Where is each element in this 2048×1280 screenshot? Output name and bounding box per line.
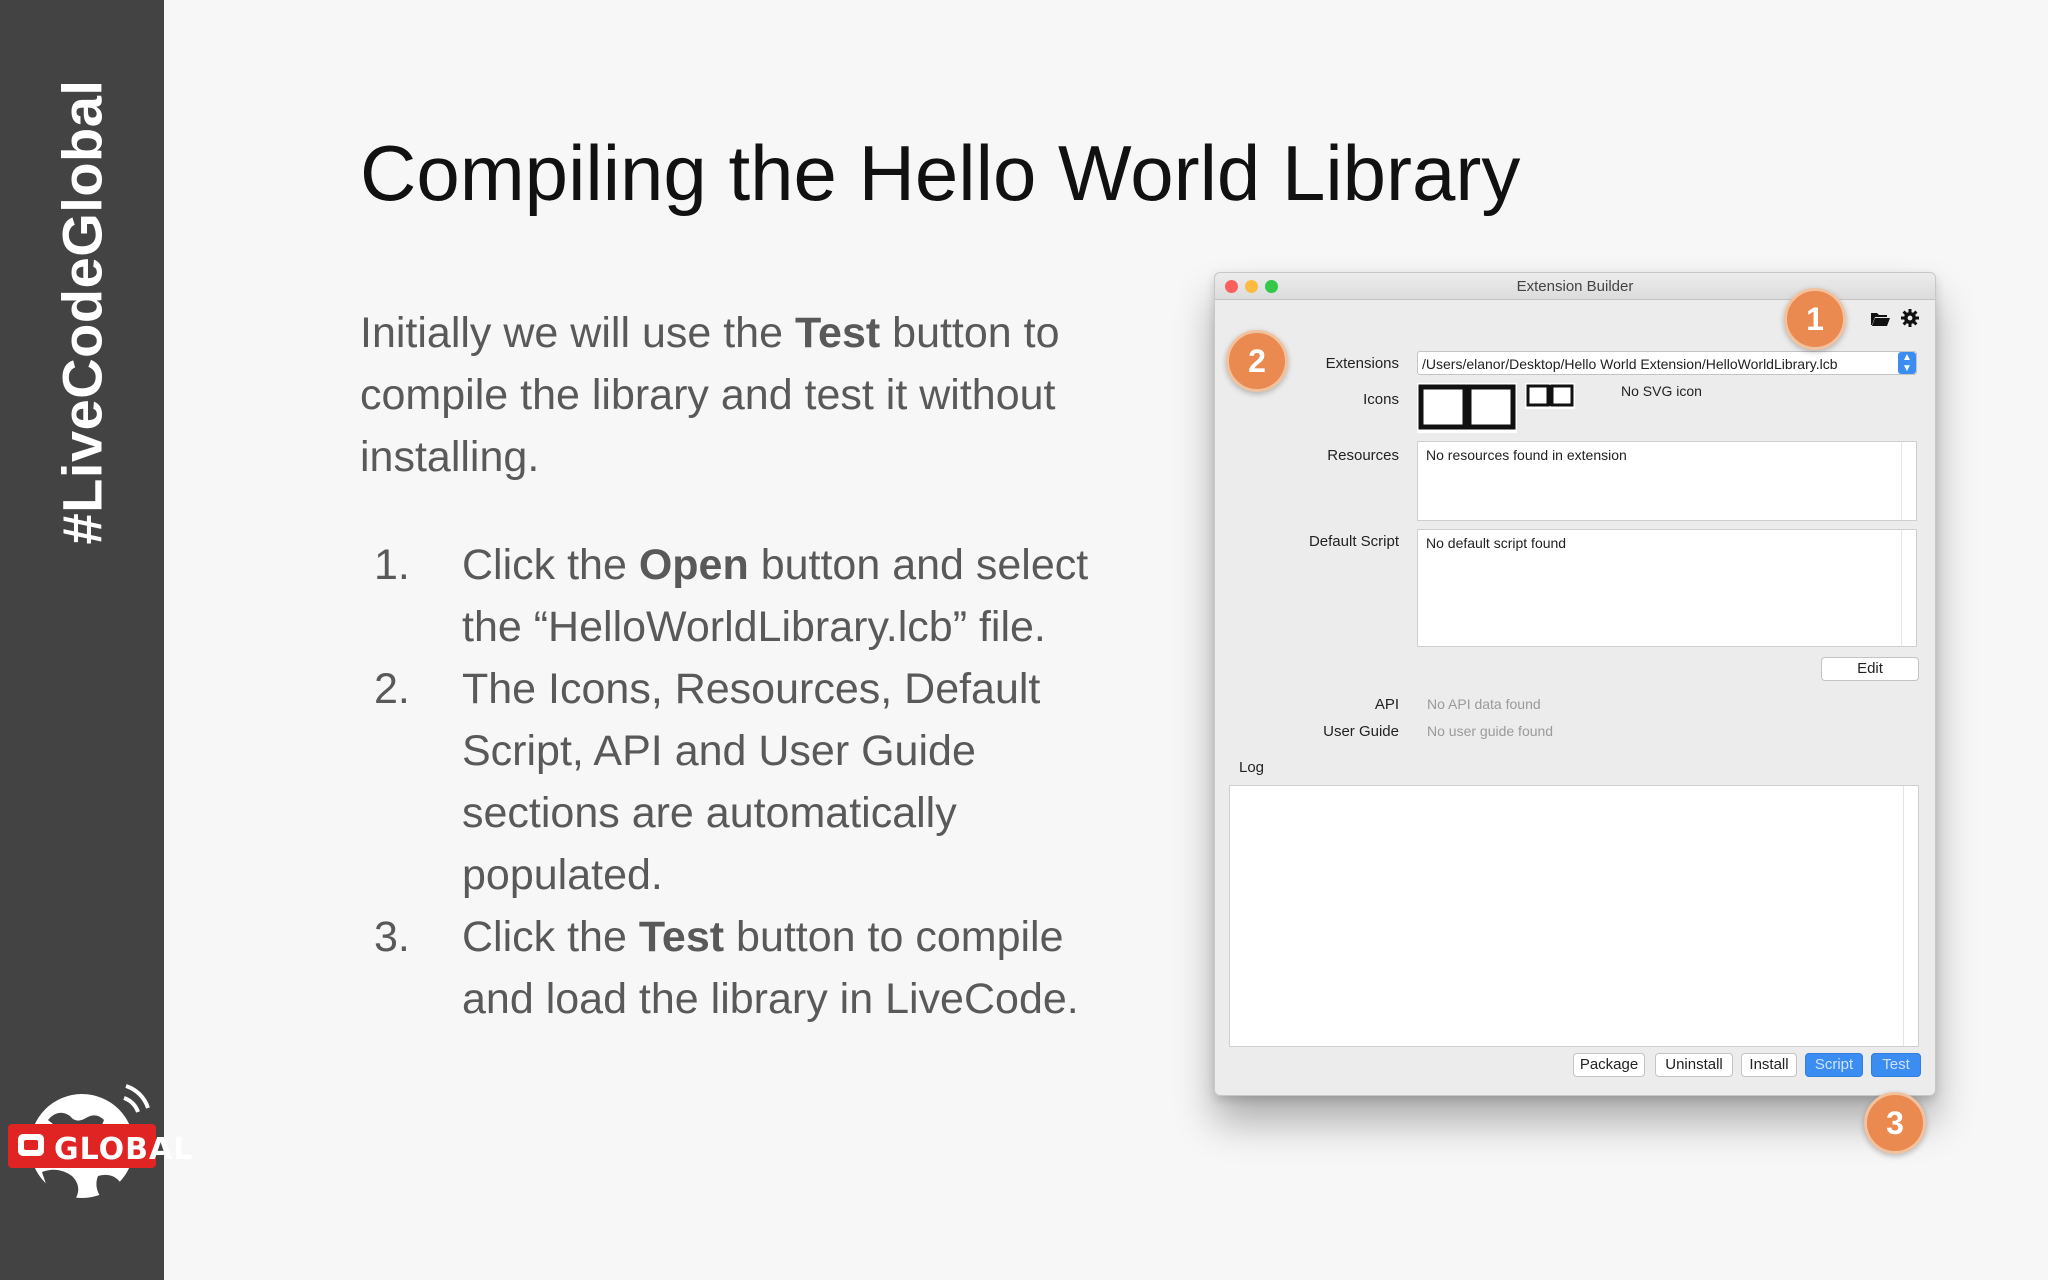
callout-badge-3: 3 bbox=[1864, 1092, 1926, 1154]
slide-title: Compiling the Hello World Library bbox=[360, 129, 1521, 217]
svg-icon-status: No SVG icon bbox=[1621, 383, 1702, 399]
hashtag-text: #LiveCodeGlobal bbox=[50, 79, 114, 545]
extensions-label: Extensions bbox=[1325, 355, 1399, 372]
script-button[interactable]: Script bbox=[1805, 1053, 1863, 1077]
uninstall-button[interactable]: Uninstall bbox=[1655, 1053, 1733, 1077]
step-number: 3. bbox=[374, 913, 410, 961]
resources-value: No resources found in extension bbox=[1426, 447, 1627, 463]
api-value: No API data found bbox=[1427, 696, 1541, 712]
extensions-path-select[interactable]: /Users/elanor/Desktop/Hello World Extens… bbox=[1417, 351, 1917, 375]
log-label: Log bbox=[1239, 759, 1265, 776]
test-button[interactable]: Test bbox=[1871, 1053, 1921, 1077]
callout-badge-2: 2 bbox=[1226, 330, 1288, 392]
user-guide-label: User Guide bbox=[1323, 723, 1399, 740]
log-area[interactable] bbox=[1229, 785, 1919, 1047]
livecode-global-logo: GLOBAL bbox=[8, 1080, 192, 1210]
package-button[interactable]: Package bbox=[1573, 1053, 1645, 1077]
extensions-path-value: /Users/elanor/Desktop/Hello World Extens… bbox=[1422, 356, 1838, 372]
list-item: 3. Click the Test button to compile and l… bbox=[360, 906, 1120, 1030]
step-text-before: Click the bbox=[462, 913, 639, 961]
default-script-value: No default script found bbox=[1426, 535, 1567, 551]
user-guide-value: No user guide found bbox=[1427, 723, 1554, 739]
intro-paragraph: Initially we will use the Test button to… bbox=[360, 302, 1100, 488]
step-number: 2. bbox=[374, 665, 410, 713]
step-text-before: The Icons, Resources, Default Script, AP… bbox=[462, 665, 1041, 899]
resources-field[interactable]: No resources found in extension bbox=[1417, 441, 1917, 521]
intro-text-before: Initially we will use the bbox=[360, 309, 795, 357]
gear-icon[interactable] bbox=[1899, 307, 1921, 329]
book-icon-small bbox=[1525, 383, 1575, 409]
default-script-field[interactable]: No default script found bbox=[1417, 529, 1917, 647]
folder-open-icon[interactable] bbox=[1869, 307, 1891, 329]
default-script-label: Default Script bbox=[1308, 533, 1399, 550]
book-icon-large bbox=[1417, 383, 1517, 433]
chevron-updown-icon[interactable]: ▲ ▼ bbox=[1898, 352, 1916, 374]
resources-label: Resources bbox=[1327, 447, 1399, 464]
edit-button[interactable]: Edit bbox=[1821, 657, 1919, 681]
brand-sidebar: #LiveCodeGlobal GLOBAL bbox=[0, 0, 192, 1280]
callout-badge-1: 1 bbox=[1784, 288, 1846, 350]
intro-text-bold: Test bbox=[794, 309, 881, 357]
step-text-bold: Test bbox=[638, 913, 725, 961]
icons-label: Icons bbox=[1363, 391, 1399, 408]
extension-builder-window: Extension Builder Extensions /Users/elan… bbox=[1214, 272, 1936, 1096]
list-item: 2. The Icons, Resources, Default Script, … bbox=[360, 658, 1120, 906]
install-button[interactable]: Install bbox=[1741, 1053, 1797, 1077]
logo-text: GLOBAL bbox=[54, 1132, 194, 1167]
step-text-before: Click the bbox=[462, 541, 639, 589]
step-text-bold: Open bbox=[638, 541, 749, 589]
step-number: 1. bbox=[374, 541, 410, 589]
steps-list: 1. Click the Open button and select the “… bbox=[360, 534, 1120, 1030]
api-label: API bbox=[1374, 696, 1399, 713]
list-item: 1. Click the Open button and select the “… bbox=[360, 534, 1120, 658]
